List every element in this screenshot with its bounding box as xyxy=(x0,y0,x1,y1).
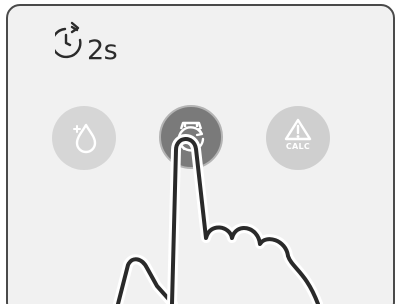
calc-warning-button[interactable]: CALC xyxy=(266,106,330,170)
descale-button[interactable] xyxy=(159,105,223,169)
warning-triangle-icon xyxy=(284,118,312,141)
rinse-button[interactable] xyxy=(52,106,116,170)
stopwatch-arrow-icon xyxy=(55,21,82,59)
calc-label: CALC xyxy=(285,142,311,151)
cycle-arrows-icon xyxy=(177,121,205,152)
droplet-sparkle-icon xyxy=(73,123,97,154)
hold-duration-label: 2s xyxy=(87,35,118,66)
illustration-stage: 2s CALC xyxy=(0,0,399,304)
